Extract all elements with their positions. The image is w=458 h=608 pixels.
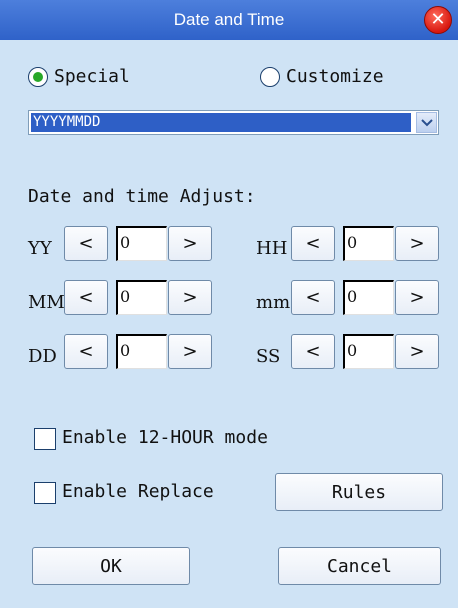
adjust-section-label: Date and time Adjust: [28, 186, 256, 207]
format-select[interactable]: YYYYMMDD [28, 110, 439, 135]
radio-special[interactable]: Special [28, 66, 130, 87]
ss-input[interactable]: 0 [343, 334, 394, 369]
hh-input[interactable]: 0 [343, 226, 394, 261]
ok-button[interactable]: OK [32, 547, 190, 585]
spinner-label-minutes: mm [256, 292, 291, 313]
ss-decrement-button[interactable]: < [291, 334, 335, 369]
enable-12hour-checkbox[interactable] [34, 428, 56, 450]
cancel-button[interactable]: Cancel [278, 547, 441, 585]
hh-decrement-button[interactable]: < [291, 226, 335, 261]
radio-customize[interactable]: Customize [260, 66, 384, 87]
minutes-input[interactable]: 0 [343, 280, 394, 315]
radio-special-label: Special [54, 66, 130, 87]
ss-increment-button[interactable]: > [395, 334, 439, 369]
minutes-increment-button[interactable]: > [395, 280, 439, 315]
enable-replace-label: Enable Replace [62, 481, 214, 502]
window-title: Date and Time [173, 10, 285, 29]
mm-input[interactable]: 0 [116, 280, 167, 315]
close-icon[interactable]: ✕ [424, 6, 452, 34]
radio-customize-circle[interactable] [260, 66, 280, 87]
mm-decrement-button[interactable]: < [64, 280, 108, 315]
spinner-label-mm: MM [28, 292, 65, 313]
yy-input[interactable]: 0 [116, 226, 167, 261]
enable-12hour-label: Enable 12-HOUR mode [62, 427, 268, 448]
enable-replace-checkbox[interactable] [34, 482, 56, 504]
yy-increment-button[interactable]: > [168, 226, 212, 261]
mm-increment-button[interactable]: > [168, 280, 212, 315]
radio-selected-dot [33, 71, 43, 82]
spinner-label-yy: YY [28, 238, 52, 259]
dd-input[interactable]: 0 [116, 334, 167, 369]
chevron-down-icon[interactable] [416, 112, 437, 133]
rules-button[interactable]: Rules [275, 473, 443, 511]
minutes-decrement-button[interactable]: < [291, 280, 335, 315]
spinner-label-dd: DD [28, 346, 57, 367]
title-bar: Date and Time ✕ [0, 0, 458, 40]
spinner-label-hh: HH [256, 238, 288, 259]
dd-increment-button[interactable]: > [168, 334, 212, 369]
yy-decrement-button[interactable]: < [64, 226, 108, 261]
dd-decrement-button[interactable]: < [64, 334, 108, 369]
spinner-label-ss: SS [256, 346, 281, 367]
hh-increment-button[interactable]: > [395, 226, 439, 261]
radio-customize-label: Customize [286, 66, 384, 87]
format-select-value: YYYYMMDD [30, 112, 412, 133]
radio-special-circle[interactable] [28, 66, 48, 87]
